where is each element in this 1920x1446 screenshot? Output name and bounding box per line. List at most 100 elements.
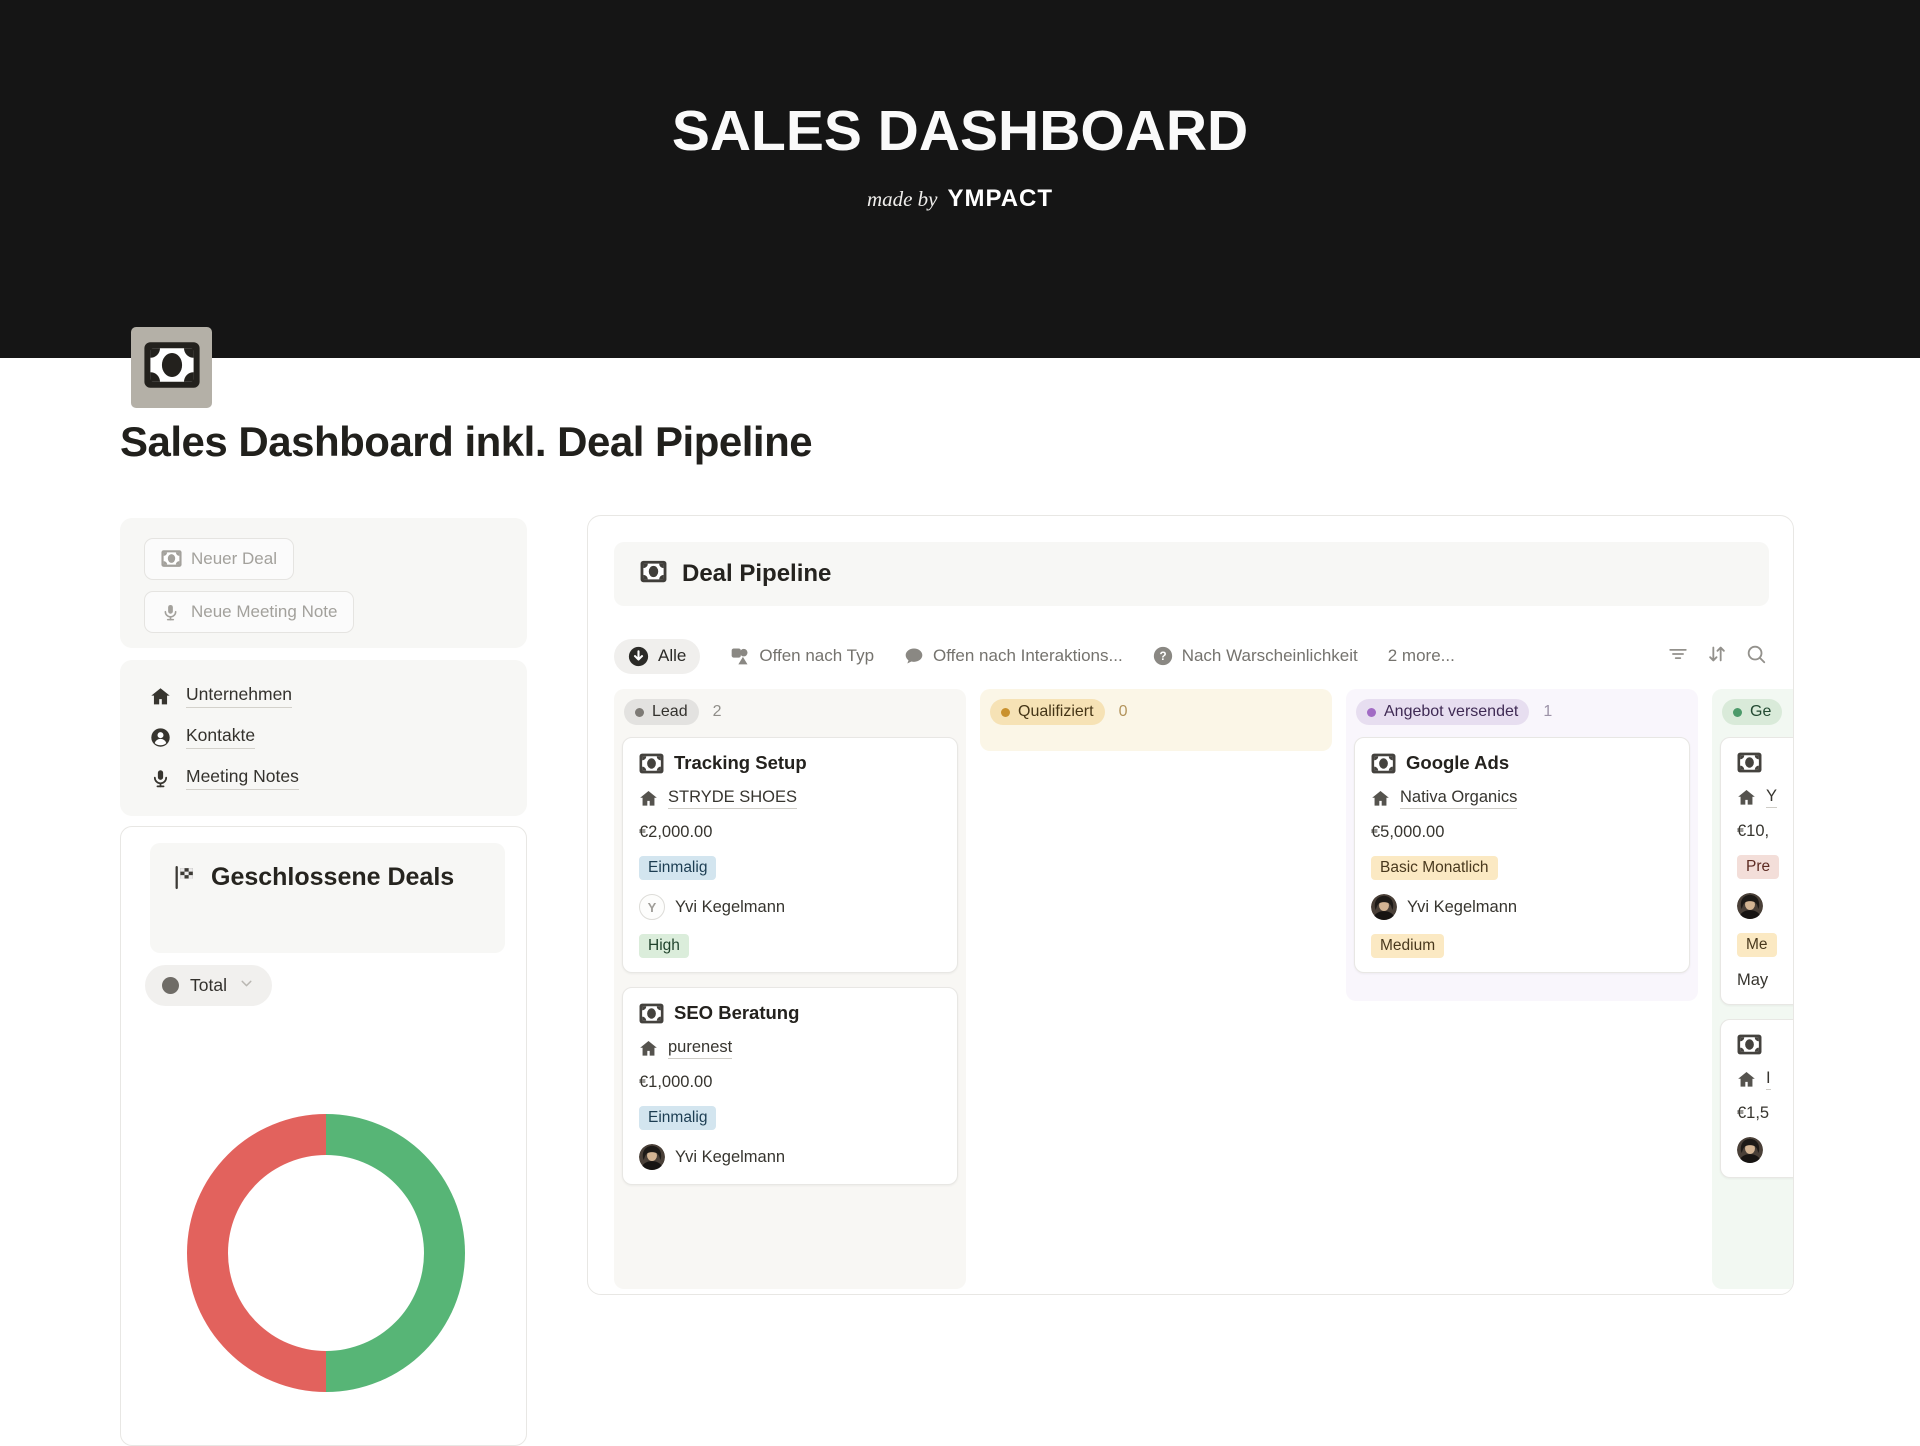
- shapes-icon: [730, 646, 750, 666]
- action-button-neuer-deal[interactable]: Neuer Deal: [144, 538, 294, 580]
- deal-type-row: Basic Monatlich: [1371, 856, 1673, 880]
- tab-offen-nach-typ[interactable]: Offen nach Typ: [730, 646, 874, 666]
- deal-card[interactable]: I €1,5: [1720, 1019, 1794, 1178]
- house-icon: [1371, 789, 1390, 808]
- action-button-neue-meeting-note[interactable]: Neue Meeting Note: [144, 591, 354, 633]
- money-banknote-icon: [640, 560, 667, 588]
- arrow-down-circle-icon: [628, 646, 649, 667]
- pipeline-header: Deal Pipeline: [614, 542, 1769, 606]
- column-header: Angebot versendet 1: [1356, 699, 1690, 725]
- deal-priority-row: Medium: [1371, 934, 1673, 958]
- hero-madeby: made by YMPACT: [0, 185, 1920, 213]
- kanban-column-ge: Ge Y €10, Pre Me May I €1,5: [1712, 689, 1794, 1289]
- sort-button[interactable]: [1706, 643, 1728, 665]
- sidebar-link-label: Meeting Notes: [186, 766, 299, 790]
- bubble-icon: [904, 646, 924, 666]
- column-count: 1: [1543, 703, 1552, 721]
- sidebar-link-meeting-notes[interactable]: Meeting Notes: [150, 766, 497, 790]
- sidebar-link-kontakte[interactable]: Kontakte: [150, 725, 497, 749]
- total-dot: [162, 977, 179, 994]
- deal-title: Google Ads: [1406, 752, 1509, 774]
- tab-nach-warscheinlichkeit[interactable]: ?Nach Warscheinlichkeit: [1153, 646, 1358, 666]
- deal-title-row: [1737, 752, 1794, 773]
- money-banknote-icon: [1737, 1034, 1762, 1055]
- company-link[interactable]: Nativa Organics: [1400, 788, 1517, 809]
- company-link[interactable]: Y: [1766, 787, 1777, 808]
- tab-alle[interactable]: Alle: [614, 639, 700, 674]
- tab-label: Offen nach Interaktions...: [933, 646, 1123, 666]
- money-banknote-icon: [1371, 753, 1396, 774]
- total-label: Total: [190, 975, 227, 996]
- person-circle-icon: [150, 727, 171, 748]
- deal-owner-row: [1737, 893, 1794, 919]
- owner-name: Yvi Kegelmann: [675, 1148, 785, 1167]
- type-tag: Einmalig: [639, 856, 716, 880]
- owner-name: Yvi Kegelmann: [675, 898, 785, 917]
- close-date: May: [1737, 971, 1794, 990]
- money-banknote-icon: [639, 753, 664, 774]
- status-dot: [1001, 708, 1010, 717]
- money-banknote-icon: [1737, 752, 1762, 773]
- column-status-label: Qualifiziert: [1018, 703, 1094, 721]
- deal-title-row: Tracking Setup: [639, 752, 941, 774]
- deal-amount: €2,000.00: [639, 823, 941, 842]
- deal-amount: €1,5: [1737, 1104, 1794, 1123]
- company-link[interactable]: STRYDE SHOES: [668, 788, 797, 809]
- priority-tag: Me: [1737, 933, 1777, 957]
- tab-2-more-[interactable]: 2 more...: [1388, 646, 1455, 666]
- deal-card-google-ads[interactable]: Google Ads Nativa Organics €5,000.00 Basic …: [1354, 737, 1690, 973]
- pipeline-toolbar: [1667, 643, 1767, 665]
- search-button[interactable]: [1745, 643, 1767, 665]
- sidebar-link-label: Unternehmen: [186, 684, 292, 708]
- tab-label: Offen nach Typ: [759, 646, 874, 666]
- deal-owner-row: [1737, 1137, 1794, 1163]
- tab-label: 2 more...: [1388, 646, 1455, 666]
- avatar: [1737, 1137, 1763, 1163]
- deal-owner-row: Yvi Kegelmann: [639, 1144, 941, 1170]
- company-link[interactable]: I: [1766, 1069, 1771, 1090]
- page-title: Sales Dashboard inkl. Deal Pipeline: [120, 418, 812, 466]
- money-banknote-icon: [161, 549, 182, 570]
- deal-type-row: Pre: [1737, 855, 1794, 879]
- sidebar-link-label: Kontakte: [186, 725, 255, 749]
- column-status-pill[interactable]: Qualifiziert: [990, 699, 1105, 725]
- quick-actions-card: Neuer Deal Neue Meeting Note: [120, 518, 527, 648]
- deal-title-row: [1737, 1034, 1794, 1055]
- column-status-pill[interactable]: Lead: [624, 699, 699, 725]
- page-money-icon[interactable]: [131, 327, 212, 408]
- column-status-pill[interactable]: Angebot versendet: [1356, 699, 1529, 725]
- deal-amount: €5,000.00: [1371, 823, 1673, 842]
- column-status-label: Ge: [1750, 703, 1771, 721]
- madeby-brand: YMPACT: [948, 185, 1054, 213]
- priority-tag: Medium: [1371, 934, 1444, 958]
- column-header: Qualifiziert 0: [990, 699, 1324, 725]
- microphone-icon: [161, 602, 182, 623]
- flag-checkered-icon: [172, 860, 197, 890]
- deal-card-seo-beratung[interactable]: SEO Beratungpurenest€1,000.00EinmaligYvi…: [622, 987, 958, 1185]
- column-status-pill[interactable]: Ge: [1722, 699, 1782, 725]
- action-button-label: Neue Meeting Note: [191, 602, 337, 622]
- sort-icon: [1706, 643, 1728, 665]
- filter-button[interactable]: [1667, 643, 1689, 665]
- house-icon: [639, 789, 658, 808]
- deal-company-row: Y: [1737, 787, 1794, 808]
- tab-offen-nach-interaktions-[interactable]: Offen nach Interaktions...: [904, 646, 1123, 666]
- flag-checkered-icon: [172, 860, 197, 936]
- column-count: 0: [1119, 703, 1128, 721]
- closed-deals-header: Geschlossene Deals: [150, 843, 505, 953]
- deal-amount: €1,000.00: [639, 1073, 941, 1092]
- money-banknote-icon: [639, 1003, 664, 1024]
- total-filter-dropdown[interactable]: Total: [145, 965, 272, 1006]
- column-count: 2: [713, 703, 722, 721]
- avatar: [639, 1144, 665, 1170]
- svg-text:?: ?: [1159, 650, 1166, 663]
- deal-company-row: purenest: [639, 1038, 941, 1059]
- deal-amount: €10,: [1737, 822, 1794, 841]
- sidebar-link-unternehmen[interactable]: Unternehmen: [150, 684, 497, 708]
- madeby-prefix: made by: [867, 187, 938, 212]
- company-link[interactable]: purenest: [668, 1038, 732, 1059]
- type-tag: Basic Monatlich: [1371, 856, 1498, 880]
- deal-company-row: I: [1737, 1069, 1794, 1090]
- deal-card[interactable]: Y €10, Pre Me May: [1720, 737, 1794, 1005]
- deal-card-tracking-setup[interactable]: Tracking Setup STRYDE SHOES €2,000.00 Einma…: [622, 737, 958, 973]
